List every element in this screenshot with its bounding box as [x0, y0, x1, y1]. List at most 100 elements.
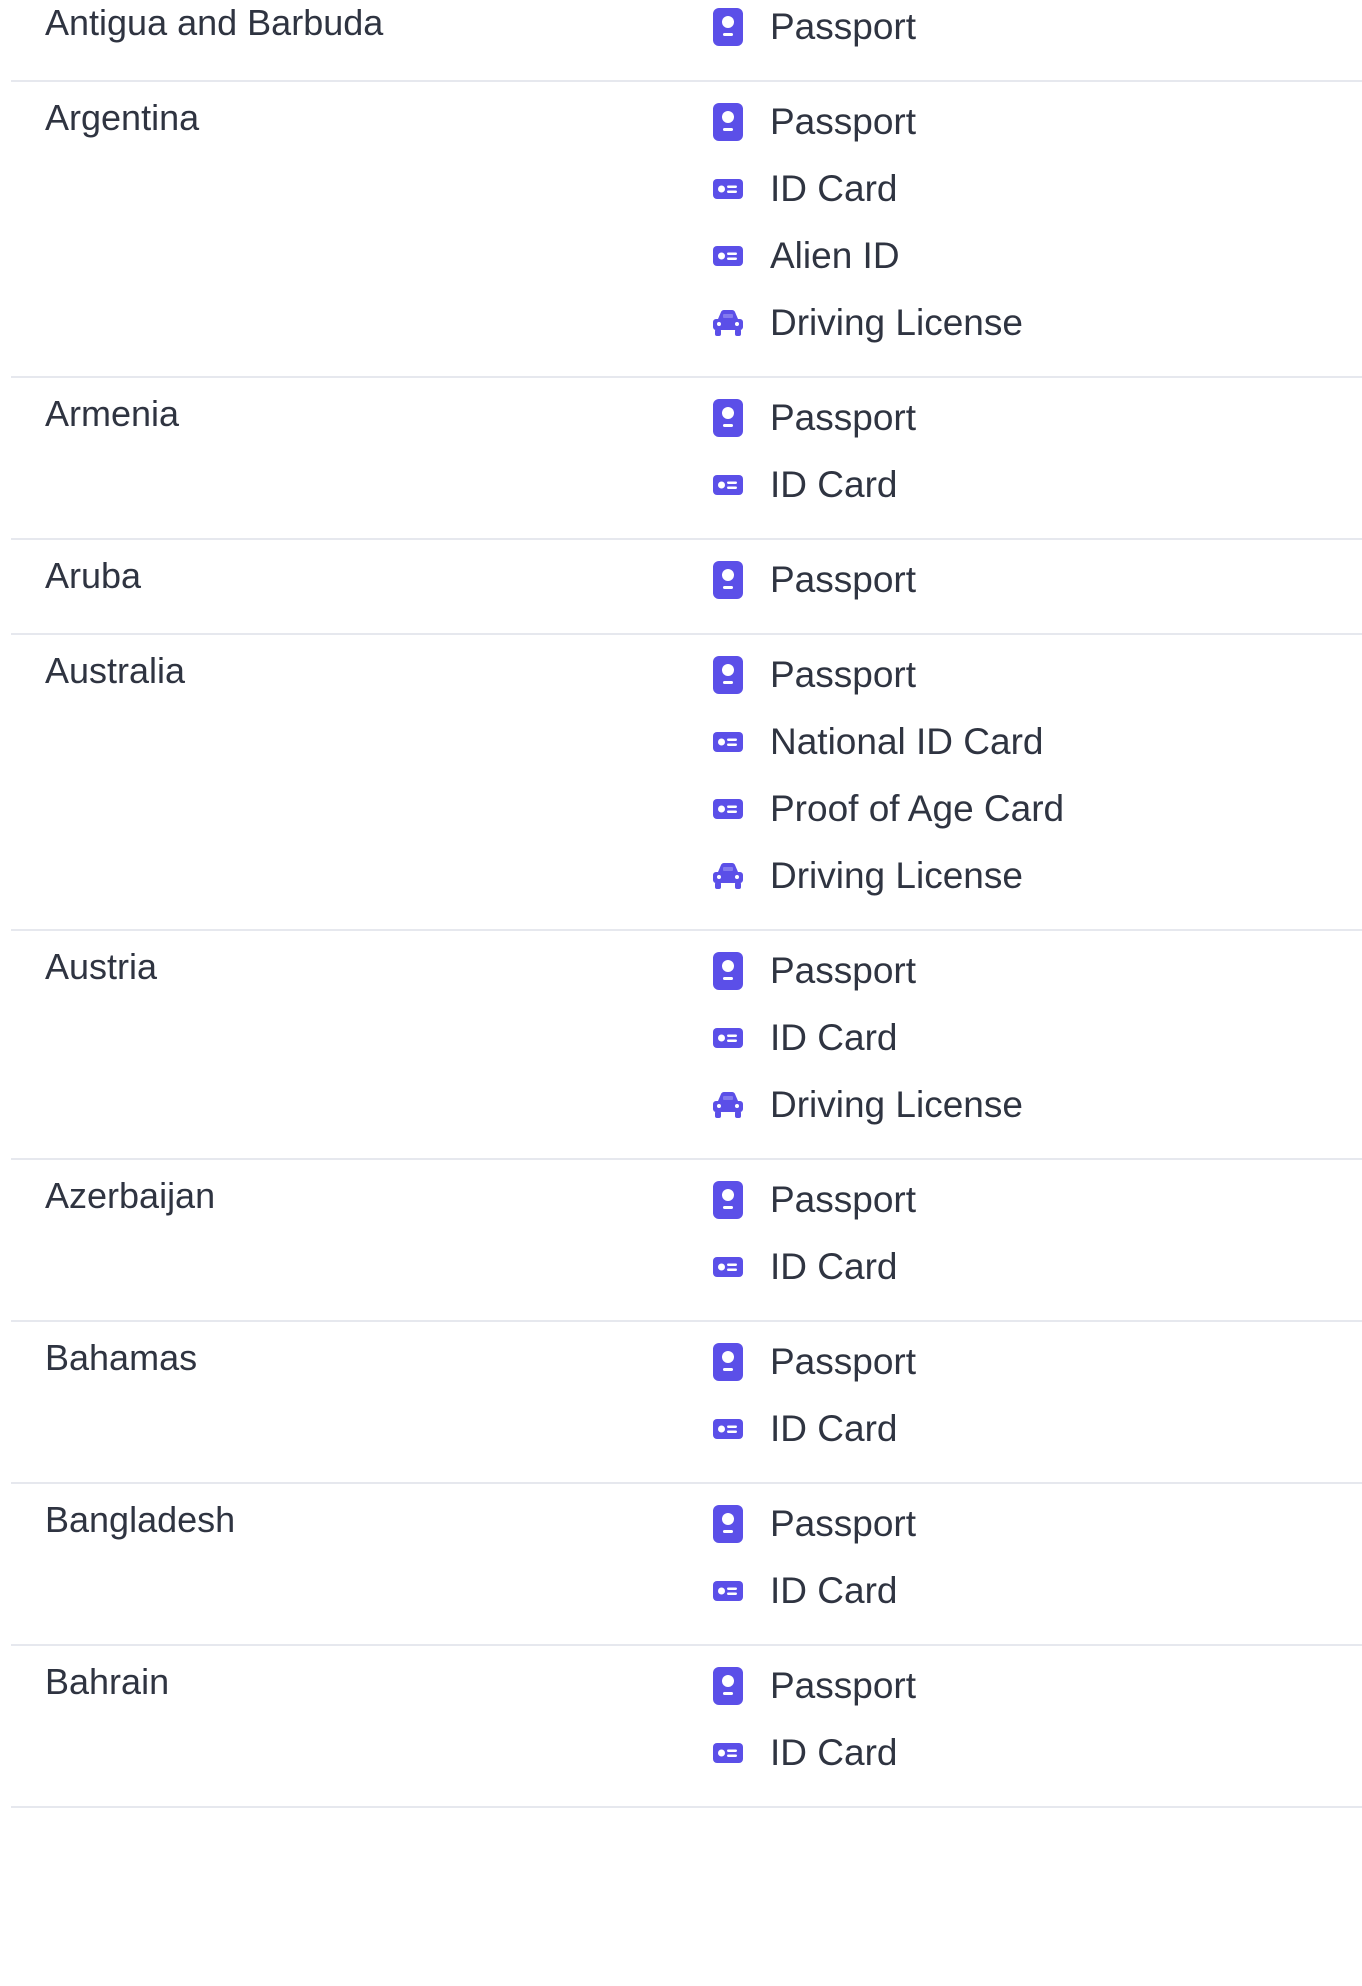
document-label: Passport	[770, 949, 917, 991]
id-card-icon	[708, 1571, 748, 1611]
id-card-icon	[708, 236, 748, 276]
country-row-bahrain: Bahrain Passport ID Card	[11, 1646, 1362, 1808]
document-label: ID Card	[770, 1569, 898, 1611]
document-item: Driving License	[708, 289, 1362, 356]
document-list: Passport ID Card	[708, 1652, 1362, 1786]
id-card-icon	[708, 465, 748, 505]
car-icon	[708, 303, 748, 343]
document-label: Passport	[770, 100, 917, 142]
id-card-icon	[708, 1733, 748, 1773]
document-item: Passport	[708, 1652, 1362, 1719]
document-label: Driving License	[770, 1083, 1023, 1125]
id-card-icon	[708, 169, 748, 209]
document-item: ID Card	[708, 1719, 1362, 1786]
document-item: ID Card	[708, 1395, 1362, 1462]
passport-icon	[708, 1666, 748, 1706]
document-list: Passport ID Card	[708, 1328, 1362, 1462]
passport-icon	[708, 102, 748, 142]
country-row-antigua-and-barbuda: Antigua and Barbuda Passport	[11, 0, 1362, 82]
id-card-icon	[708, 1247, 748, 1287]
document-list: Passport ID Card	[708, 384, 1362, 518]
document-list: Passport ID Card Alien ID Driving Licens…	[708, 88, 1362, 356]
document-label: ID Card	[770, 1245, 898, 1287]
document-item: Passport	[708, 384, 1362, 451]
document-label: Passport	[770, 5, 917, 47]
document-label: Passport	[770, 558, 917, 600]
document-label: Proof of Age Card	[770, 787, 1065, 829]
country-row-azerbaijan: Azerbaijan Passport ID Card	[11, 1160, 1362, 1322]
document-list: Passport	[708, 0, 1362, 60]
passport-icon	[708, 951, 748, 991]
document-item: Driving License	[708, 1071, 1362, 1138]
document-item: Passport	[708, 1328, 1362, 1395]
country-row-armenia: Armenia Passport ID Card	[11, 378, 1362, 540]
document-label: Passport	[770, 653, 917, 695]
id-card-icon	[708, 1018, 748, 1058]
country-name: Austria	[45, 946, 158, 987]
document-item: ID Card	[708, 1004, 1362, 1071]
document-label: ID Card	[770, 1407, 898, 1449]
document-list: Passport ID Card	[708, 1490, 1362, 1624]
country-name: Aruba	[45, 555, 142, 596]
document-item: Alien ID	[708, 222, 1362, 289]
passport-icon	[708, 655, 748, 695]
passport-icon	[708, 560, 748, 600]
country-row-aruba: Aruba Passport	[11, 540, 1362, 635]
country-name: Armenia	[45, 393, 180, 434]
document-label: Passport	[770, 1340, 917, 1382]
passport-icon	[708, 1180, 748, 1220]
document-label: Passport	[770, 1664, 917, 1706]
document-item: Passport	[708, 641, 1362, 708]
country-row-bahamas: Bahamas Passport ID Card	[11, 1322, 1362, 1484]
document-label: ID Card	[770, 463, 898, 505]
document-label: Alien ID	[770, 234, 900, 276]
country-name: Azerbaijan	[45, 1175, 216, 1216]
document-item: Driving License	[708, 842, 1362, 909]
document-item: ID Card	[708, 451, 1362, 518]
document-label: ID Card	[770, 1731, 898, 1773]
document-label: Passport	[770, 1178, 917, 1220]
document-item: ID Card	[708, 155, 1362, 222]
document-label: Driving License	[770, 301, 1023, 343]
country-name: Bahamas	[45, 1337, 198, 1378]
document-item: Passport	[708, 0, 1362, 60]
document-label: Driving License	[770, 854, 1023, 896]
document-item: ID Card	[708, 1557, 1362, 1624]
document-label: Passport	[770, 1502, 917, 1544]
country-name: Argentina	[45, 97, 200, 138]
country-row-austria: Austria Passport ID Card Driving License	[11, 931, 1362, 1160]
document-item: Passport	[708, 1166, 1362, 1233]
country-name: Bangladesh	[45, 1499, 236, 1540]
id-card-icon	[708, 789, 748, 829]
document-list: Passport ID Card	[708, 1166, 1362, 1300]
document-item: Passport	[708, 1490, 1362, 1557]
id-card-icon	[708, 722, 748, 762]
document-label: ID Card	[770, 1016, 898, 1058]
document-label: National ID Card	[770, 720, 1044, 762]
passport-icon	[708, 398, 748, 438]
country-row-australia: Australia Passport National ID Card Proo…	[11, 635, 1362, 931]
document-item: Proof of Age Card	[708, 775, 1362, 842]
document-list: Passport ID Card Driving License	[708, 937, 1362, 1138]
car-icon	[708, 1085, 748, 1125]
document-item: Passport	[708, 937, 1362, 1004]
passport-icon	[708, 7, 748, 47]
country-name: Australia	[45, 650, 186, 691]
country-name: Antigua and Barbuda	[45, 2, 384, 43]
country-row-argentina: Argentina Passport ID Card Alien ID Driv…	[11, 82, 1362, 378]
document-item: ID Card	[708, 1233, 1362, 1300]
id-card-icon	[708, 1409, 748, 1449]
supported-documents-list: Antigua and Barbuda Passport Argentina P…	[11, 0, 1362, 1808]
document-list: Passport National ID Card Proof of Age C…	[708, 641, 1362, 909]
document-list: Passport	[708, 546, 1362, 613]
country-name: Bahrain	[45, 1661, 170, 1702]
passport-icon	[708, 1342, 748, 1382]
car-icon	[708, 856, 748, 896]
document-item: National ID Card	[708, 708, 1362, 775]
document-item: Passport	[708, 88, 1362, 155]
document-item: Passport	[708, 546, 1362, 613]
passport-icon	[708, 1504, 748, 1544]
document-label: ID Card	[770, 167, 898, 209]
document-label: Passport	[770, 396, 917, 438]
country-row-bangladesh: Bangladesh Passport ID Card	[11, 1484, 1362, 1646]
